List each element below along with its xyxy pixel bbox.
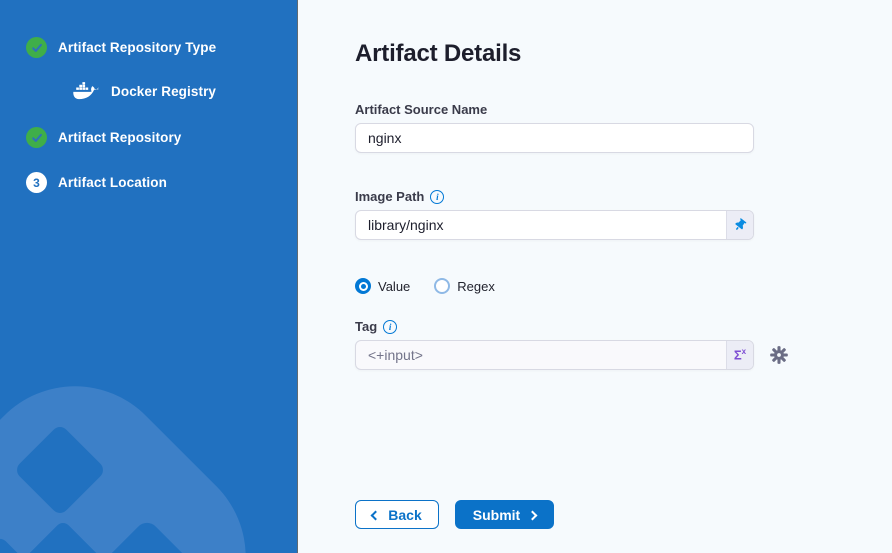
radio-label: Regex [457, 279, 495, 294]
settings-gear-button[interactable] [770, 346, 788, 364]
artifact-source-name-input[interactable] [355, 123, 754, 153]
radio-option-value[interactable]: Value [355, 278, 410, 294]
thumbtack-icon [732, 217, 749, 234]
docker-whale-icon [73, 82, 99, 101]
wizard-sidebar: Artifact Repository Type [0, 0, 298, 553]
expression-type-button[interactable]: Σx [726, 341, 753, 369]
radio-label: Value [378, 279, 410, 294]
pin-button[interactable] [726, 211, 753, 239]
substep-label: Docker Registry [111, 84, 216, 99]
substep-docker-registry[interactable]: Docker Registry [73, 82, 279, 101]
tag-type-radio-group: Value Regex [355, 278, 892, 294]
wizard-steps: Artifact Repository Type [0, 0, 297, 193]
step-artifact-repository-type[interactable]: Artifact Repository Type [26, 37, 279, 58]
step-complete-check-icon [26, 37, 47, 58]
radio-option-regex[interactable]: Regex [434, 278, 495, 294]
step-number-badge: 3 [26, 172, 47, 193]
tag-row: Σx [355, 334, 892, 370]
step-artifact-repository[interactable]: Artifact Repository [26, 127, 279, 148]
radio-selected-icon [355, 278, 371, 294]
sigma-icon: Σx [734, 348, 746, 361]
image-path-label: Image Path i [355, 189, 892, 204]
artifact-details-panel: Artifact Details Artifact Source Name Im… [298, 0, 892, 553]
radio-unselected-icon [434, 278, 450, 294]
wizard-actions: Back Submit [355, 500, 892, 529]
info-icon[interactable]: i [383, 320, 397, 334]
step-label: Artifact Location [58, 175, 167, 190]
tag-input [356, 341, 726, 369]
info-icon[interactable]: i [430, 190, 444, 204]
page-title: Artifact Details [355, 40, 892, 68]
image-path-input[interactable] [356, 211, 726, 239]
image-path-group [355, 210, 754, 240]
back-button[interactable]: Back [355, 500, 439, 529]
step-label: Artifact Repository Type [58, 40, 216, 55]
chevron-left-icon [371, 510, 381, 520]
tag-group: Σx [355, 340, 754, 370]
source-name-label: Artifact Source Name [355, 102, 892, 117]
step-label: Artifact Repository [58, 130, 181, 145]
gear-icon [770, 346, 788, 364]
tag-label: Tag i [355, 319, 892, 334]
submit-button[interactable]: Submit [455, 500, 554, 529]
step-complete-check-icon [26, 127, 47, 148]
step-artifact-location[interactable]: 3 Artifact Location [26, 172, 279, 193]
chevron-right-icon [528, 510, 538, 520]
